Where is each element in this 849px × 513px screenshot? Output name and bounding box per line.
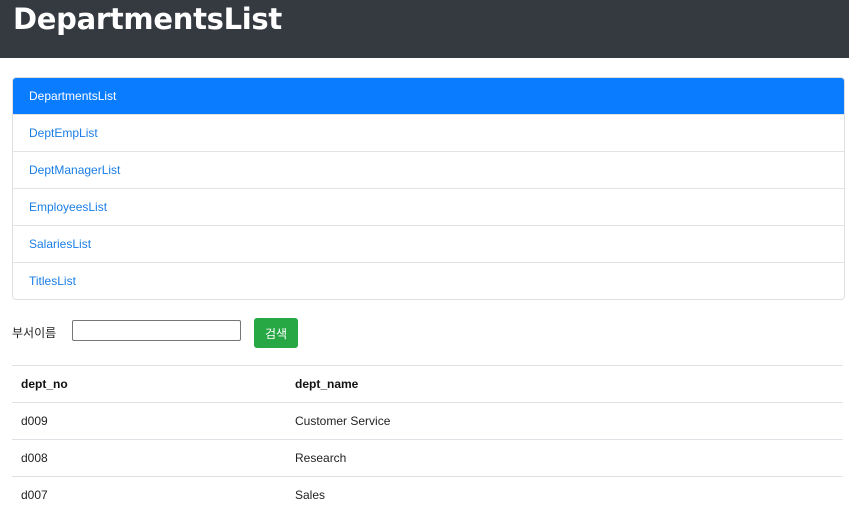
- cell-dept-name: Sales: [286, 476, 843, 513]
- table-row: d007 Sales: [12, 476, 843, 513]
- nav-item-dept-emp[interactable]: DeptEmpList: [13, 114, 844, 151]
- cell-dept-no: d008: [12, 439, 286, 477]
- departments-table: dept_no dept_name d009 Customer Service …: [12, 365, 843, 513]
- cell-dept-no: d007: [12, 476, 286, 513]
- nav-item-employees[interactable]: EmployeesList: [13, 188, 844, 225]
- search-button[interactable]: 검색: [254, 318, 298, 348]
- search-input[interactable]: [72, 320, 241, 341]
- page-header: DepartmentsList: [0, 0, 849, 58]
- nav-item-titles[interactable]: TitlesList: [13, 262, 844, 299]
- nav-item-departments[interactable]: DepartmentsList: [13, 78, 844, 114]
- cell-dept-no: d009: [12, 402, 286, 440]
- column-header-dept-no: dept_no: [12, 365, 286, 403]
- nav-item-salaries[interactable]: SalariesList: [13, 225, 844, 262]
- nav-list: DepartmentsList DeptEmpList DeptManagerL…: [12, 77, 845, 300]
- nav-item-dept-manager[interactable]: DeptManagerList: [13, 151, 844, 188]
- table-row: d008 Research: [12, 439, 843, 477]
- search-form: 부서이름 검색: [12, 318, 412, 348]
- table-row: d009 Customer Service: [12, 402, 843, 440]
- column-header-dept-name: dept_name: [286, 365, 843, 403]
- cell-dept-name: Research: [286, 439, 843, 477]
- table-header-row: dept_no dept_name: [12, 365, 843, 403]
- page-title: DepartmentsList: [13, 2, 282, 36]
- cell-dept-name: Customer Service: [286, 402, 843, 440]
- search-label: 부서이름: [12, 326, 57, 340]
